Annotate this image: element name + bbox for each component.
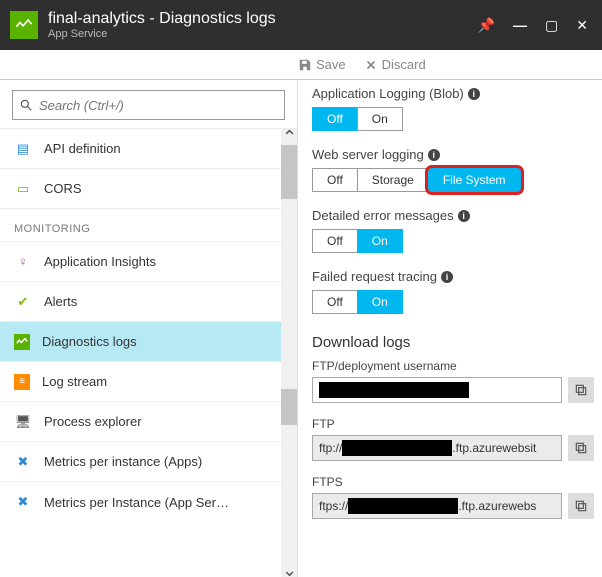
window-subtitle: App Service [48,28,478,40]
close-icon[interactable]: ✕ [576,17,588,34]
toggle-option-on[interactable]: On [357,290,403,314]
sidebar-item-api-definition[interactable]: ▤ API definition [0,129,281,169]
ftps-url-field[interactable]: ftps:// .ftp.azurewebs [312,493,562,519]
ftps-prefix: ftps:// [319,499,348,513]
sidebar-section-monitoring: MONITORING [0,209,281,242]
sidebar-item-log-stream[interactable]: ≡ Log stream [0,362,281,402]
insights-icon: ♀ [14,253,32,271]
discard-label: Discard [382,57,426,72]
sidebar-scrollbar[interactable]: ⌃ ⌄ [281,129,297,577]
app-service-icon [10,11,38,39]
cors-icon: ▭ [14,180,32,198]
log-stream-icon: ≡ [14,374,30,390]
sidebar-item-label: Diagnostics logs [42,334,137,349]
sidebar-item-label: Application Insights [44,254,156,269]
scrollbar-thumb[interactable] [281,389,297,425]
ftp-username-field[interactable] [312,377,562,403]
save-button[interactable]: Save [298,57,346,72]
metrics-icon: ✖ [14,493,32,511]
sidebar-item-alerts[interactable]: ✔ Alerts [0,282,281,322]
sidebar-item-metrics-appservice[interactable]: ✖ Metrics per Instance (App Ser… [0,482,281,522]
alerts-icon: ✔ [14,293,32,311]
sidebar-item-cors[interactable]: ▭ CORS [0,169,281,209]
sidebar-item-label: CORS [44,181,82,196]
info-icon[interactable]: i [441,271,453,283]
scrollbar-thumb[interactable] [281,145,297,199]
ftp-suffix: .ftp.azurewebsit [452,441,536,455]
diagnostics-icon [14,334,30,350]
copy-button[interactable] [568,435,594,461]
setting-label-web-server: Web server logging [312,147,424,162]
sidebar-item-label: Log stream [42,374,107,389]
sidebar-item-diagnostics-logs[interactable]: Diagnostics logs [0,322,281,362]
sidebar-item-label: API definition [44,141,121,156]
sidebar-item-label: Metrics per instance (Apps) [44,454,202,469]
toggle-option-off[interactable]: Off [312,229,358,253]
search-field[interactable] [39,98,278,113]
info-icon[interactable]: i [458,210,470,222]
metrics-icon: ✖ [14,453,32,471]
sidebar-item-metrics-apps[interactable]: ✖ Metrics per instance (Apps) [0,442,281,482]
copy-button[interactable] [568,377,594,403]
download-logs-heading: Download logs [312,334,594,351]
process-explorer-icon: 🖥 [14,413,32,431]
setting-label-app-logging: Application Logging (Blob) [312,86,464,101]
ftp-url-field[interactable]: ftp:// .ftp.azurewebsit [312,435,562,461]
sidebar: ▤ API definition ▭ CORS MONITORING ♀ App… [0,80,298,577]
toggle-option-off[interactable]: Off [312,290,358,314]
sidebar-item-application-insights[interactable]: ♀ Application Insights [0,242,281,282]
minimize-icon[interactable]: — [513,17,527,33]
discard-button[interactable]: Discard [364,57,426,72]
ftp-username-label: FTP/deployment username [312,359,594,373]
copy-button[interactable] [568,493,594,519]
command-bar: Save Discard [0,50,602,80]
sidebar-item-label: Process explorer [44,414,142,429]
toggle-option-storage[interactable]: Storage [357,168,429,192]
toggle-option-off[interactable]: Off [312,168,358,192]
ftps-label: FTPS [312,475,594,489]
toggle-option-off[interactable]: Off [312,107,358,131]
toggle-app-logging[interactable]: Off On [312,107,594,131]
toggle-detailed-errors[interactable]: Off On [312,229,594,253]
sidebar-item-process-explorer[interactable]: 🖥 Process explorer [0,402,281,442]
ftp-prefix: ftp:// [319,441,342,455]
ftps-suffix: .ftp.azurewebs [458,499,536,513]
toggle-option-on[interactable]: On [357,107,403,131]
toggle-failed-request[interactable]: Off On [312,290,594,314]
save-label: Save [316,57,346,72]
detail-pane: Application Logging (Blob) i Off On Web … [298,80,602,577]
pin-icon[interactable]: 📌 [478,17,495,34]
ftp-label: FTP [312,417,594,431]
title-bar: final-analytics - Diagnostics logs App S… [0,0,602,50]
toggle-option-on[interactable]: On [357,229,403,253]
chevron-down-icon[interactable]: ⌄ [282,560,297,577]
toggle-web-server-logging[interactable]: Off Storage File System [312,168,594,192]
info-icon[interactable]: i [428,149,440,161]
search-input[interactable] [12,90,285,120]
window-title: final-analytics - Diagnostics logs [48,10,478,28]
maximize-icon[interactable]: ▢ [545,17,558,34]
info-icon[interactable]: i [468,88,480,100]
api-icon: ▤ [14,140,32,158]
setting-label-failed-request: Failed request tracing [312,269,437,284]
setting-label-detailed-errors: Detailed error messages [312,208,454,223]
sidebar-item-label: Metrics per Instance (App Ser… [44,495,229,510]
sidebar-item-label: Alerts [44,294,77,309]
toggle-option-filesystem[interactable]: File System [428,168,521,192]
